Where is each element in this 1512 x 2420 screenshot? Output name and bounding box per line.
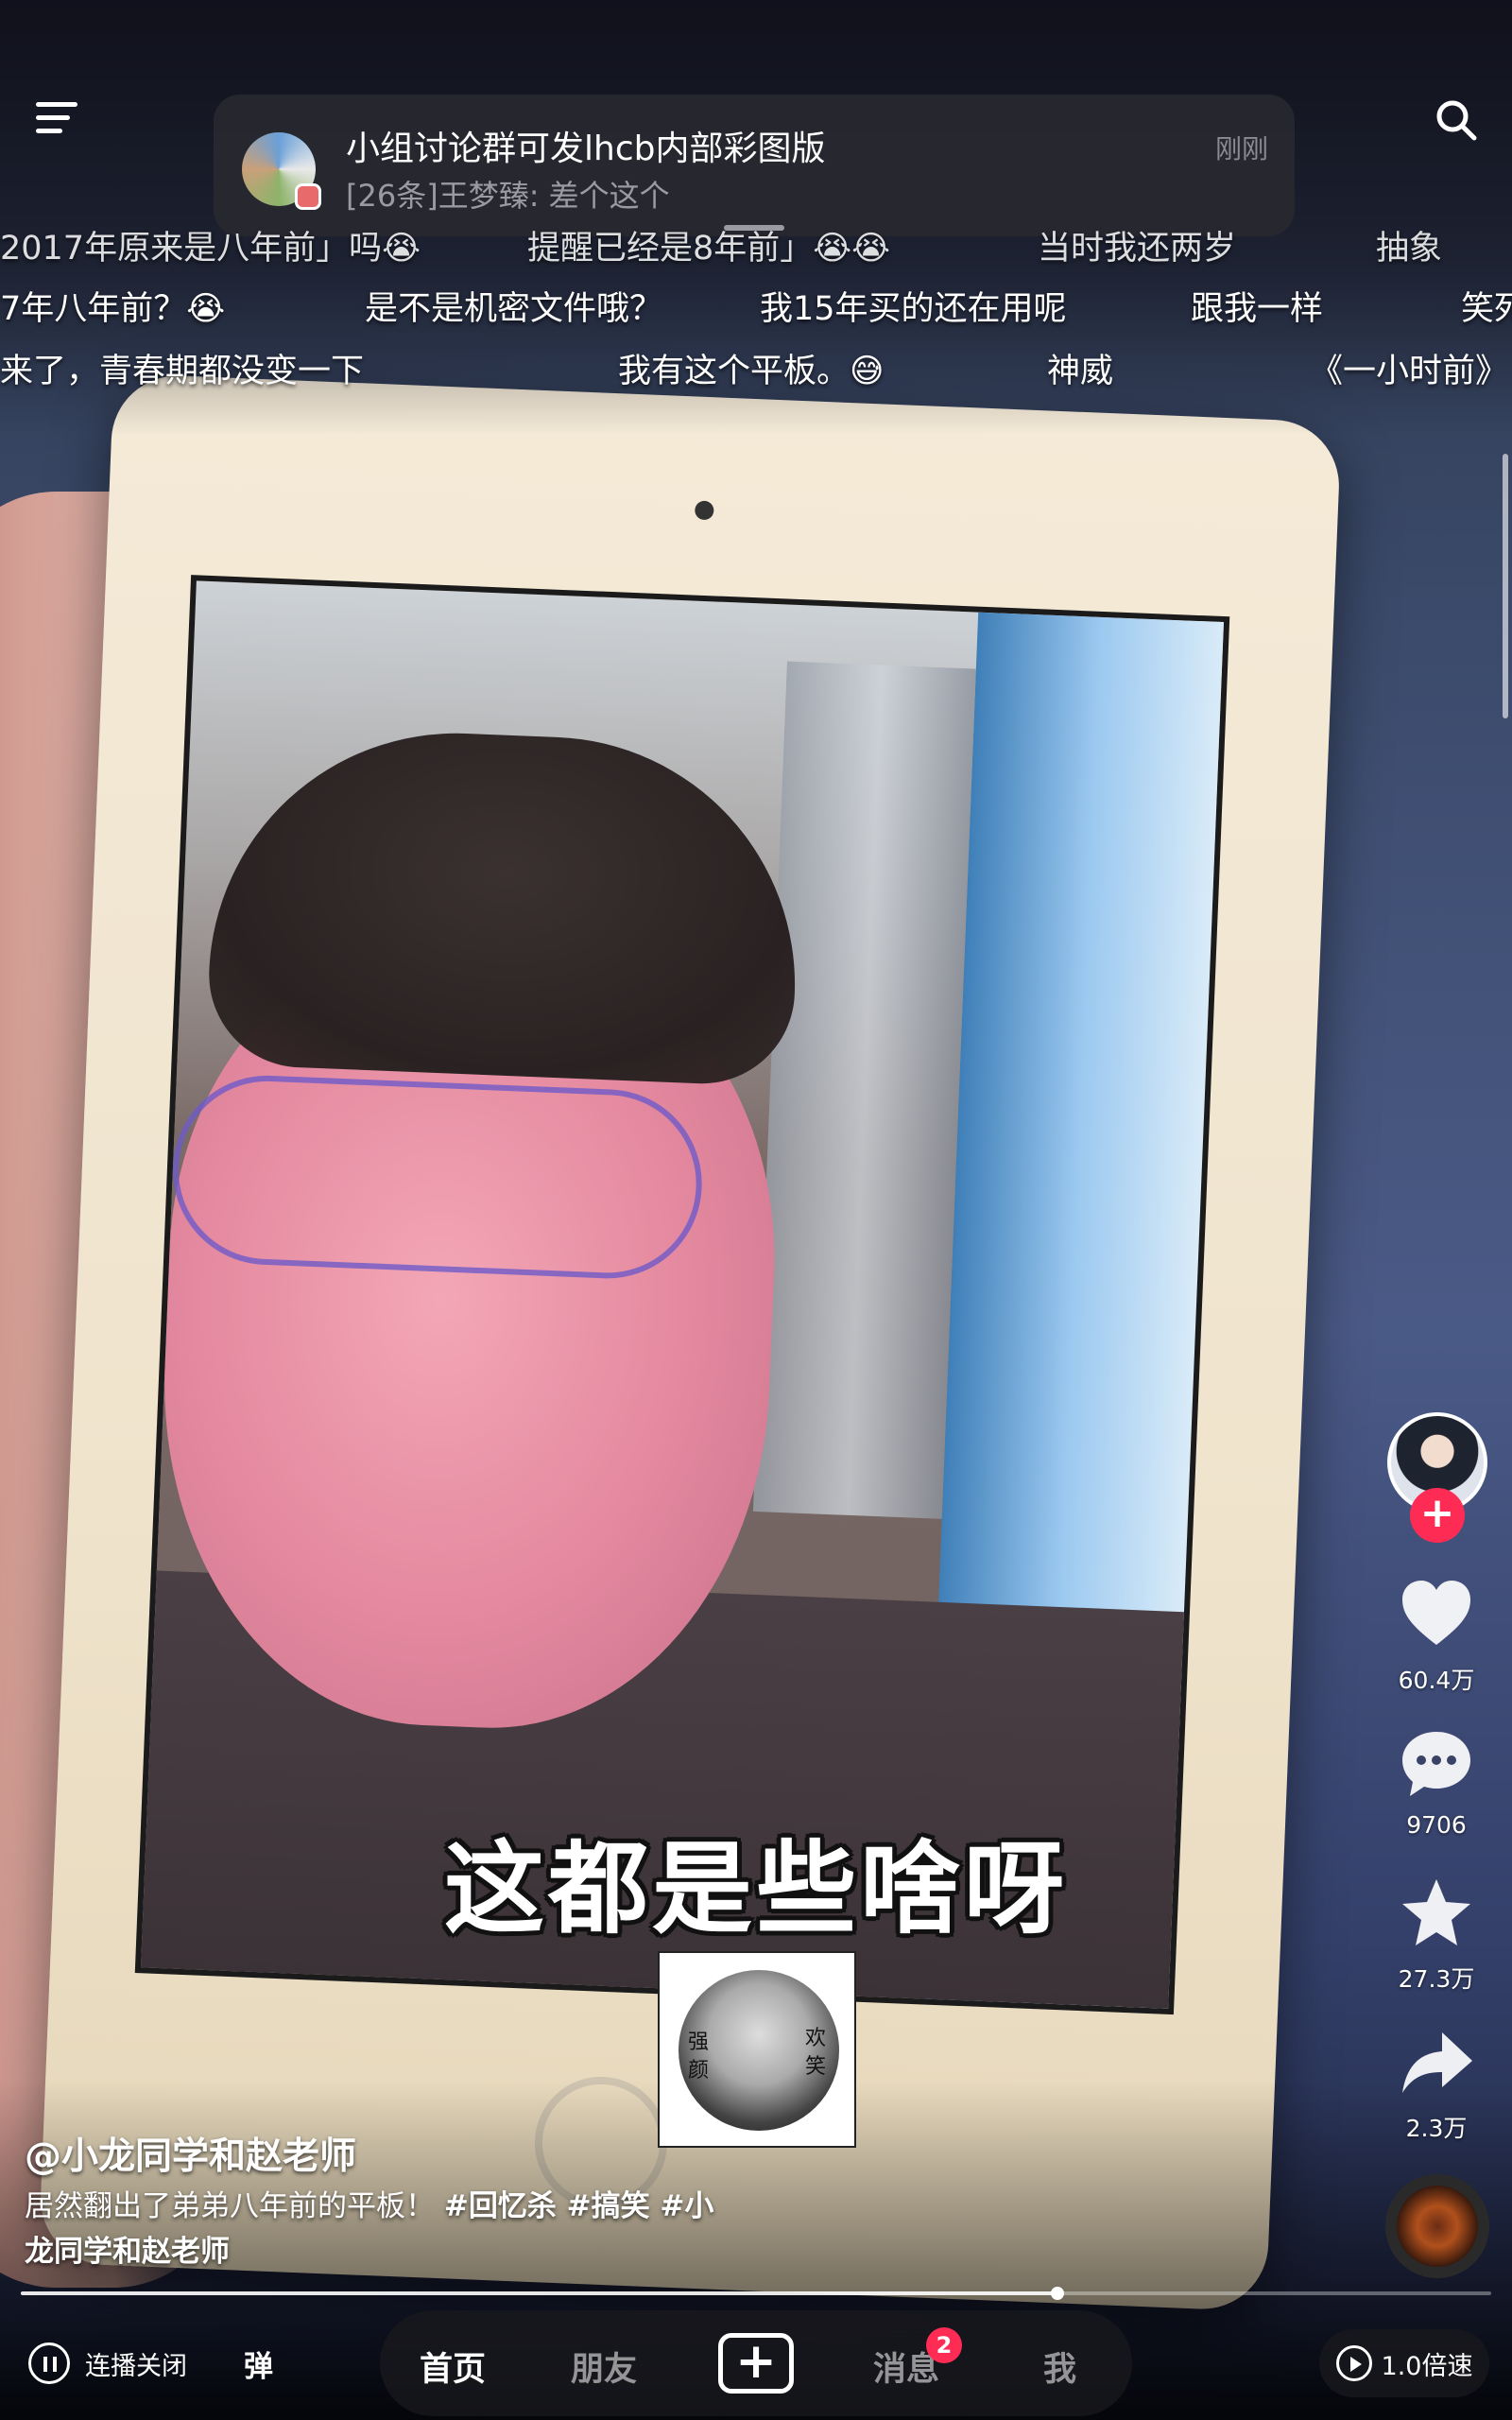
share-count: 2.3万	[1405, 2115, 1468, 2142]
speed-label: 1.0倍速	[1381, 2351, 1473, 2381]
danmaku-item: 笑死	[1461, 290, 1512, 328]
progress-knob[interactable]	[1050, 2287, 1064, 2300]
notification-title: 小组讨论群可发lhcb内部彩图版	[346, 130, 826, 168]
share-button[interactable]: 2.3万	[1380, 2025, 1493, 2144]
video-subtitle: 这都是些啥呀	[444, 1831, 1068, 1947]
favorite-count: 27.3万	[1398, 1965, 1475, 1993]
notification-body: [26条]王梦臻: 差个这个	[346, 178, 670, 214]
danmaku-item: 跟我一样	[1191, 290, 1324, 328]
danmaku-item: 7年八年前？😭	[0, 290, 226, 328]
danmaku-row: 2017年原来是八年前」吗😭 提醒已经是8年前」😭😭 当时我还两岁 抽象	[0, 221, 1512, 274]
progress-bar[interactable]	[21, 2287, 1491, 2300]
autoplay-label: 连播关闭	[85, 2351, 187, 2381]
description-text: 居然翻出了弟弟八年前的平板！	[25, 2189, 435, 2223]
search-icon[interactable]	[1435, 98, 1478, 142]
comment-icon	[1402, 1732, 1470, 1796]
notification-banner[interactable]: 小组讨论群可发lhcb内部彩图版 [26条]王梦臻: 差个这个 刚刚	[214, 95, 1295, 236]
danmaku-item: 当时我还两岁	[1038, 230, 1237, 268]
glasses	[169, 1071, 706, 1283]
danmaku-item: 神威	[1047, 353, 1114, 390]
tab-home[interactable]: 首页	[420, 2342, 486, 2391]
play-speed-icon	[1335, 2345, 1372, 2381]
danmaku-item: 我15年买的还在用呢	[760, 290, 1067, 328]
tab-me[interactable]: 我	[1043, 2342, 1076, 2391]
autoplay-toggle[interactable]: 连播关闭	[28, 2335, 187, 2392]
panda-meme-sticker: 强 颜 欢 笑	[658, 1951, 856, 2148]
pause-circle-icon	[28, 2342, 70, 2384]
messages-badge: 2	[926, 2327, 962, 2363]
bottom-tab-bar: 首页 朋友 + 消息 2 我	[380, 2310, 1132, 2416]
danmaku-item: 2017年原来是八年前」吗😭	[0, 230, 421, 268]
tablet-camera	[694, 500, 714, 521]
plus-icon[interactable]: +	[718, 2333, 794, 2394]
danmaku-item: 来了，青春期都没变一下	[0, 353, 365, 390]
danmaku-item: 我有这个平板。😅	[618, 353, 885, 390]
danmaku-item: 《一小时前》	[1310, 353, 1509, 390]
danmaku-item: 提醒已经是8年前」😭😭	[527, 230, 891, 268]
sticker-text-left: 强 颜	[687, 2031, 709, 2083]
author-handle[interactable]: @小龙同学和赵老师	[25, 2127, 356, 2180]
video-description: 居然翻出了弟弟八年前的平板！ #回忆杀 #搞笑 #小龙同学和赵老师	[25, 2184, 743, 2274]
app-badge-icon	[295, 183, 321, 210]
share-icon	[1402, 2032, 1472, 2093]
hair	[205, 723, 805, 1088]
notification-time: 刚刚	[1214, 133, 1268, 164]
sticker-text-right: 欢 笑	[804, 2027, 826, 2079]
follow-button[interactable]: +	[1410, 1488, 1465, 1543]
danmaku-row: 7年八年前？😭 是不是机密文件哦？ 我15年买的还在用呢 跟我一样 笑死	[0, 282, 1512, 335]
curtain	[752, 661, 976, 1519]
danmaku-toggle[interactable]: 弹	[244, 2342, 273, 2385]
tablet-screen	[134, 575, 1230, 2015]
heart-icon	[1402, 1581, 1470, 1645]
progress-fill	[21, 2291, 1057, 2295]
like-button[interactable]: 60.4万	[1380, 1577, 1493, 1696]
menu-icon[interactable]	[36, 102, 77, 136]
tab-friends[interactable]: 朋友	[571, 2342, 637, 2391]
danmaku-item: 抽象	[1376, 230, 1443, 268]
like-count: 60.4万	[1398, 1667, 1475, 1694]
danmaku-row: 来了，青春期都没变一下 我有这个平板。😅 神威 《一小时前》	[0, 344, 1512, 397]
playback-speed-button[interactable]: 1.0倍速	[1319, 2329, 1489, 2397]
music-disc-icon[interactable]	[1385, 2174, 1489, 2278]
danmaku-item: 是不是机密文件哦？	[365, 290, 663, 328]
scroll-indicator	[1503, 454, 1508, 718]
